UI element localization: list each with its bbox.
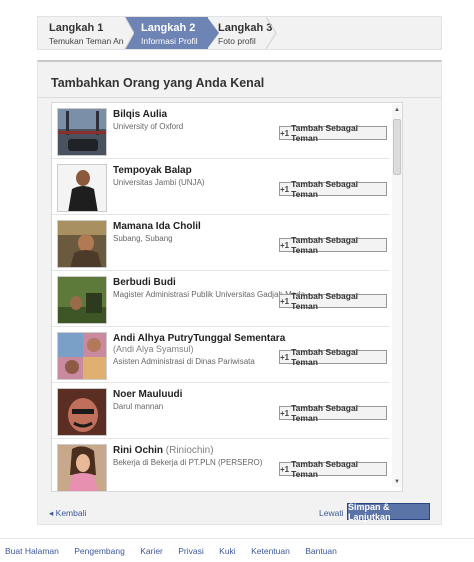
avatar[interactable] [57,388,107,436]
add-friend-button[interactable]: +1 Tambah Sebagai Teman [279,291,387,311]
add-friend-label: Tambah Sebagai Teman [291,403,359,423]
skip-link[interactable]: Lewati [319,508,344,518]
add-friend-icon: +1 [280,240,290,250]
step-end-arrow-icon [266,17,277,49]
person-detail: Magister Administrasi Publik Universitas… [113,290,306,299]
footer-link-careers[interactable]: Karier [140,546,163,556]
add-friend-button[interactable]: +1 Tambah Sebagai Teman [279,179,387,199]
avatar[interactable] [57,164,107,212]
person-detail: Asisten Administrasi di Dinas Pariwisata [113,357,255,366]
list-item: Bilqis Aulia University of Oxford +1 Tam… [52,103,390,159]
person-name[interactable]: Noer Mauluudi [113,389,182,400]
step-1: Langkah 1 Temukan Teman Anda [38,17,133,49]
person-name[interactable]: Rini Ochin (Riniochin) [113,445,214,456]
add-friend-label: Tambah Sebagai Teman [291,347,359,367]
add-friend-icon: +1 [280,296,290,306]
person-name[interactable]: Bilqis Aulia [113,109,167,120]
avatar[interactable] [57,332,107,380]
add-friend-button[interactable]: +1 Tambah Sebagai Teman [279,347,387,367]
list-item: Berbudi Budi Magister Administrasi Publi… [52,271,390,327]
footer-link-cookies[interactable]: Kuki [219,546,236,556]
footer-link-privacy[interactable]: Privasi [178,546,204,556]
scroll-down-icon[interactable]: ▼ [392,477,402,487]
person-name[interactable]: Andi Alhya PutryTunggal Sementara [113,333,285,344]
add-friend-icon: +1 [280,464,290,474]
add-friend-button[interactable]: +1 Tambah Sebagai Teman [279,403,387,423]
person-detail: Bekerja di Bekerja di PT.PLN (PERSERO) [113,458,263,467]
avatar[interactable] [57,444,107,491]
add-friend-label: Tambah Sebagai Teman [291,123,359,143]
person-detail: University of Oxford [113,122,184,131]
add-friend-icon: +1 [280,352,290,362]
avatar[interactable] [57,108,107,156]
footer-links: Buat Halaman Pengembang Karier Privasi K… [5,546,350,556]
avatar[interactable] [57,276,107,324]
people-list[interactable]: Bilqis Aulia University of Oxford +1 Tam… [51,102,403,492]
add-friend-button[interactable]: +1 Tambah Sebagai Teman [279,235,387,255]
list-item: Noer Mauluudi Darul mannan +1 Tambah Seb… [52,383,390,439]
step-1-title: Langkah 1 [49,22,104,34]
step-2-title: Langkah 2 [141,22,196,34]
scroll-thumb[interactable] [393,119,401,175]
add-friend-icon: +1 [280,128,290,138]
list-item: Andi Alhya PutryTunggal Sementara (Andi … [52,327,390,383]
person-alternate-name: (Andi Alya Syamsul) [113,344,194,354]
add-people-panel: Tambahkan Orang yang Anda Kenal Bilqis A… [37,60,442,525]
person-detail: Subang, Subang [113,234,173,243]
add-friend-label: Tambah Sebagai Teman [291,235,359,255]
footer-divider [0,538,474,539]
add-friend-button[interactable]: +1 Tambah Sebagai Teman [279,459,387,479]
panel-title: Tambahkan Orang yang Anda Kenal [51,76,265,90]
add-friend-icon: +1 [280,408,290,418]
person-name[interactable]: Mamana Ida Cholil [113,221,201,232]
save-and-continue-button[interactable]: Simpan & Lanjutkan [347,502,430,522]
add-friend-label: Tambah Sebagai Teman [291,291,359,311]
person-name[interactable]: Berbudi Budi [113,277,176,288]
add-friend-label: Tambah Sebagai Teman [291,459,359,479]
footer-link-developers[interactable]: Pengembang [74,546,125,556]
add-friend-button[interactable]: +1 Tambah Sebagai Teman [279,123,387,143]
add-friend-label: Tambah Sebagai Teman [291,179,359,199]
list-item: Mamana Ida Cholil Subang, Subang +1 Tamb… [52,215,390,271]
person-detail: Universitas Jambi (UNJA) [113,178,205,187]
scroll-up-icon[interactable]: ▲ [392,105,402,115]
steps-progress: Langkah 1 Temukan Teman Anda Langkah 2 I… [37,16,442,50]
person-nickname: (Riniochin) [165,445,214,456]
list-item: Tempoyak Balap Universitas Jambi (UNJA) … [52,159,390,215]
footer-link-create-page[interactable]: Buat Halaman [5,546,59,556]
step-1-subtitle: Temukan Teman Anda [49,36,133,46]
footer-link-terms[interactable]: Ketentuan [251,546,290,556]
step-separator-icon [124,17,134,49]
list-scrollbar[interactable]: ▲ ▼ [392,105,402,487]
footer-link-help[interactable]: Bantuan [305,546,337,556]
person-name[interactable]: Tempoyak Balap [113,165,192,176]
person-detail: Darul mannan [113,402,164,411]
person-name-text[interactable]: Rini Ochin [113,445,163,456]
add-friend-icon: +1 [280,184,290,194]
list-item: Rini Ochin (Riniochin) Bekerja di Bekerj… [52,439,390,491]
step-2-subtitle: Informasi Profil [141,36,198,46]
divider [38,97,441,98]
avatar[interactable] [57,220,107,268]
step-3: Langkah 3 Foto profil [204,17,274,49]
step-2-active: Langkah 2 Informasi Profil [125,17,208,49]
back-label: Kembali [55,508,87,518]
chevron-left-icon: ◂ [49,508,54,518]
back-link[interactable]: ◂ Kembali [49,508,86,519]
